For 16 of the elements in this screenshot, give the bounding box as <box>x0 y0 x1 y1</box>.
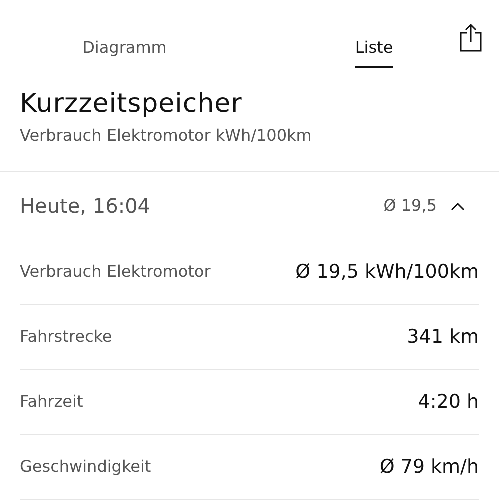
row-value: Ø 79 km/h <box>380 454 479 480</box>
average-value: Ø 19,5 <box>384 195 437 217</box>
page-title: Kurzzeitspeicher <box>20 89 244 119</box>
page-subtitle: Verbrauch Elektromotor kWh/100km <box>20 125 313 147</box>
row-label: Fahrzeit <box>20 391 84 413</box>
section-date: Heute, 16:04 <box>20 193 152 220</box>
tab[interactable]: Liste <box>355 36 394 68</box>
tab[interactable]: Diagramm <box>82 36 167 68</box>
chevron-up-icon[interactable] <box>451 202 465 210</box>
row-label: Fahrstrecke <box>20 326 112 348</box>
share-icon[interactable] <box>459 23 483 53</box>
row-label: Verbrauch Elektromotor <box>20 261 211 283</box>
row-value: Ø 19,5 kWh/100km <box>296 260 479 285</box>
row-label: Geschwindigkeit <box>20 456 152 478</box>
row-value: 341 km <box>407 324 479 350</box>
row-value: 4:20 h <box>418 390 479 415</box>
